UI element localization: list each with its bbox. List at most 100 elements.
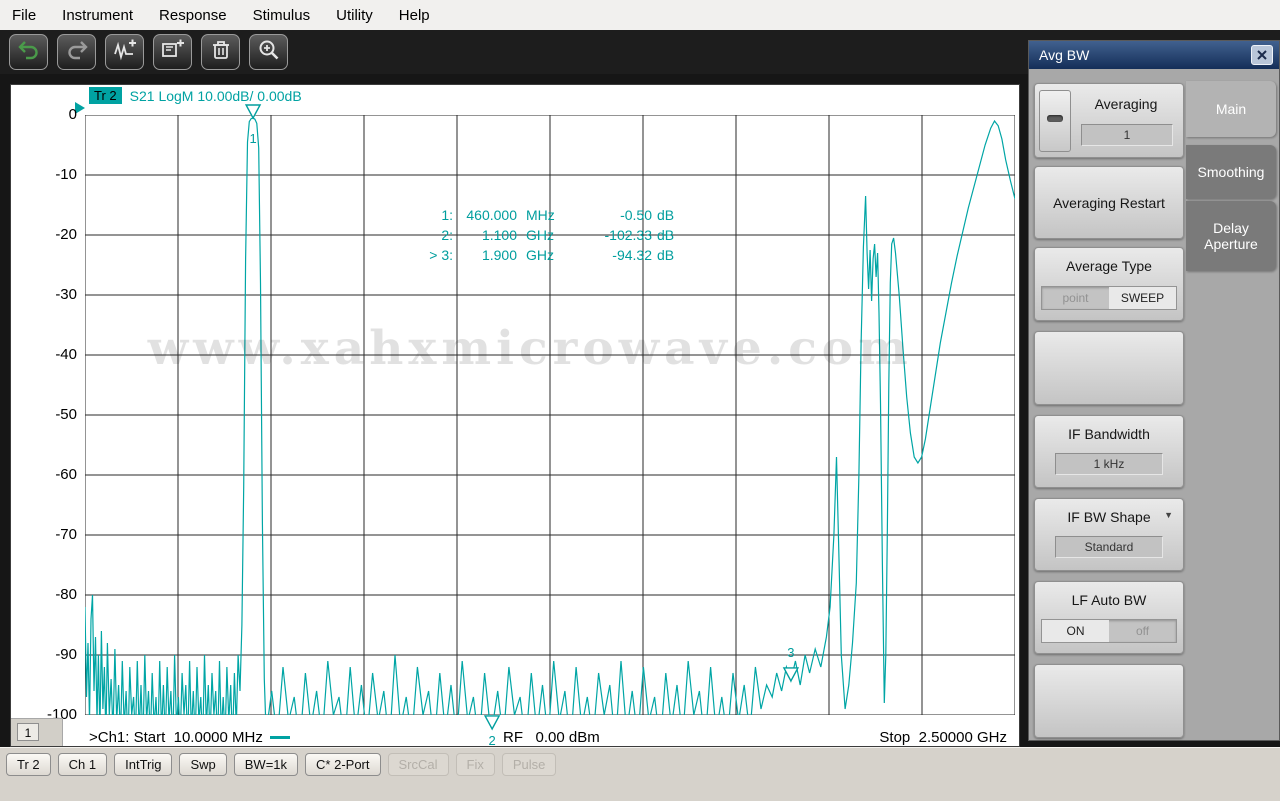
marker-level: -102.33	[572, 225, 652, 245]
y-tick-label: -20	[29, 226, 77, 243]
averaging-restart-button[interactable]: Averaging Restart	[1034, 166, 1184, 239]
undo-icon	[17, 38, 41, 67]
average-type-button[interactable]: Average Type point SWEEP	[1034, 247, 1184, 321]
channel-corner: 1	[11, 718, 63, 746]
status-ch-1[interactable]: Ch 1	[58, 753, 107, 776]
menu-bar: File Instrument Response Stimulus Utility Hel…	[0, 0, 1280, 30]
status-swp[interactable]: Swp	[179, 753, 226, 776]
zoom-in-icon	[257, 38, 281, 67]
stimulus-stop-label[interactable]: Stop 2.50000 GHz	[879, 729, 1007, 746]
marker-level_unit: dB	[652, 205, 674, 225]
y-tick-label: -40	[29, 346, 77, 363]
delete-button[interactable]	[201, 34, 240, 70]
lf-auto-bw-on-option[interactable]: ON	[1042, 620, 1109, 642]
avg-bw-panel: Avg BW Averaging 1 Averaging Restart Ave…	[1028, 40, 1280, 741]
marker-level_unit: dB	[652, 225, 674, 245]
trace-color-dash	[270, 736, 290, 739]
marker-freq: 1.900	[453, 245, 517, 265]
average-type-segment: point SWEEP	[1041, 286, 1177, 310]
if-bw-shape-value[interactable]: Standard	[1055, 536, 1163, 558]
menu-stimulus[interactable]: Stimulus	[253, 7, 311, 24]
lf-auto-bw-button[interactable]: LF Auto BW ON off	[1034, 581, 1184, 654]
marker-freq: 1.100	[453, 225, 517, 245]
close-button[interactable]	[1251, 45, 1273, 65]
if-bandwidth-label: IF Bandwidth	[1035, 426, 1183, 442]
status-tr-2[interactable]: Tr 2	[6, 753, 51, 776]
y-tick-label: 0	[29, 106, 77, 123]
marker-readout-row: > 3:1.900GHz-94.32dB	[419, 245, 674, 265]
tab-delay-aperture[interactable]: Delay Aperture	[1186, 201, 1276, 271]
redo-icon	[65, 38, 89, 67]
trace-scale-label: S21 LogM 10.00dB/ 0.00dB	[130, 88, 302, 104]
y-tick-label: -30	[29, 286, 77, 303]
menu-response[interactable]: Response	[159, 7, 227, 24]
add-channel-button[interactable]	[153, 34, 192, 70]
marker-readout-row: 1:460.000MHz-0.50dB	[419, 205, 674, 225]
zoom-button[interactable]	[249, 34, 288, 70]
add-trace-icon	[113, 38, 137, 67]
averaging-value[interactable]: 1	[1081, 124, 1173, 146]
y-tick-label: -90	[29, 646, 77, 663]
add-trace-button[interactable]	[105, 34, 144, 70]
lf-auto-bw-segment: ON off	[1041, 619, 1177, 643]
blank-softkey-1[interactable]	[1034, 331, 1184, 405]
if-bandwidth-button[interactable]: IF Bandwidth 1 kHz	[1034, 415, 1184, 488]
averaging-toggle[interactable]	[1039, 90, 1071, 152]
y-tick-label: -60	[29, 466, 77, 483]
marker-2-number: 2	[488, 733, 495, 748]
marker-level: -0.50	[572, 205, 652, 225]
delete-icon	[209, 38, 233, 67]
stimulus-start-label[interactable]: >Ch1: Start 10.0000 MHz	[89, 729, 290, 746]
menu-help[interactable]: Help	[399, 7, 430, 24]
undo-button[interactable]	[9, 34, 48, 70]
blank-softkey-2[interactable]	[1034, 664, 1184, 738]
lf-auto-bw-label: LF Auto BW	[1035, 592, 1183, 608]
status-bw-1k[interactable]: BW=1k	[234, 753, 298, 776]
marker-freq: 460.000	[453, 205, 517, 225]
chevron-down-icon[interactable]: ▼	[1164, 510, 1173, 520]
status-c-2-port[interactable]: C* 2-Port	[305, 753, 380, 776]
marker-readouts: 1:460.000MHz-0.50dB2:1.100GHz-102.33dB> …	[419, 205, 674, 265]
add-channel-icon	[161, 38, 185, 67]
marker-freq_unit: GHz	[517, 225, 572, 245]
average-type-label: Average Type	[1035, 258, 1183, 274]
marker-level_unit: dB	[652, 245, 674, 265]
if-bandwidth-value[interactable]: 1 kHz	[1055, 453, 1163, 475]
panel-body: Averaging 1 Averaging Restart Average Ty…	[1029, 69, 1279, 740]
toggle-slot-icon	[1047, 115, 1063, 122]
marker-prefix: 2:	[419, 225, 453, 245]
plot-window[interactable]: Tr 2 S21 LogM 10.00dB/ 0.00dB 123 0-10-2…	[10, 84, 1020, 747]
y-tick-label: -70	[29, 526, 77, 543]
marker-freq_unit: MHz	[517, 205, 572, 225]
tab-main[interactable]: Main	[1186, 81, 1276, 137]
if-bw-shape-button[interactable]: IF BW Shape ▼ Standard	[1034, 498, 1184, 571]
panel-header[interactable]: Avg BW	[1029, 41, 1279, 69]
marker-2-icon[interactable]	[485, 716, 499, 729]
rf-power-label[interactable]: RF 0.00 dBm	[503, 729, 600, 746]
start-frequency-text: >Ch1: Start 10.0000 MHz	[89, 729, 263, 746]
marker-freq_unit: GHz	[517, 245, 572, 265]
menu-instrument[interactable]: Instrument	[62, 7, 133, 24]
status-pulse: Pulse	[502, 753, 557, 776]
menu-utility[interactable]: Utility	[336, 7, 373, 24]
if-bw-shape-label: IF BW Shape	[1035, 509, 1183, 525]
lf-auto-bw-off-option[interactable]: off	[1109, 620, 1176, 642]
menu-file[interactable]: File	[12, 7, 36, 24]
trace-badge[interactable]: Tr 2	[89, 87, 122, 104]
average-type-point-option[interactable]: point	[1042, 287, 1109, 309]
redo-button[interactable]	[57, 34, 96, 70]
tab-smoothing[interactable]: Smoothing	[1186, 145, 1276, 199]
marker-readout-row: 2:1.100GHz-102.33dB	[419, 225, 674, 245]
average-type-sweep-option[interactable]: SWEEP	[1109, 287, 1176, 309]
trace-header: Tr 2 S21 LogM 10.00dB/ 0.00dB	[89, 87, 302, 104]
status-inttrig[interactable]: IntTrig	[114, 753, 172, 776]
y-tick-label: -10	[29, 166, 77, 183]
averaging-button[interactable]: Averaging 1	[1034, 83, 1184, 158]
channel-badge[interactable]: 1	[17, 723, 39, 741]
panel-title: Avg BW	[1029, 47, 1251, 63]
marker-level: -94.32	[572, 245, 652, 265]
marker-prefix: 1:	[419, 205, 453, 225]
y-tick-label: -80	[29, 586, 77, 603]
status-bar: Tr 2Ch 1IntTrigSwpBW=1kC* 2-PortSrcCalFi…	[0, 747, 1280, 801]
y-tick-label: -50	[29, 406, 77, 423]
